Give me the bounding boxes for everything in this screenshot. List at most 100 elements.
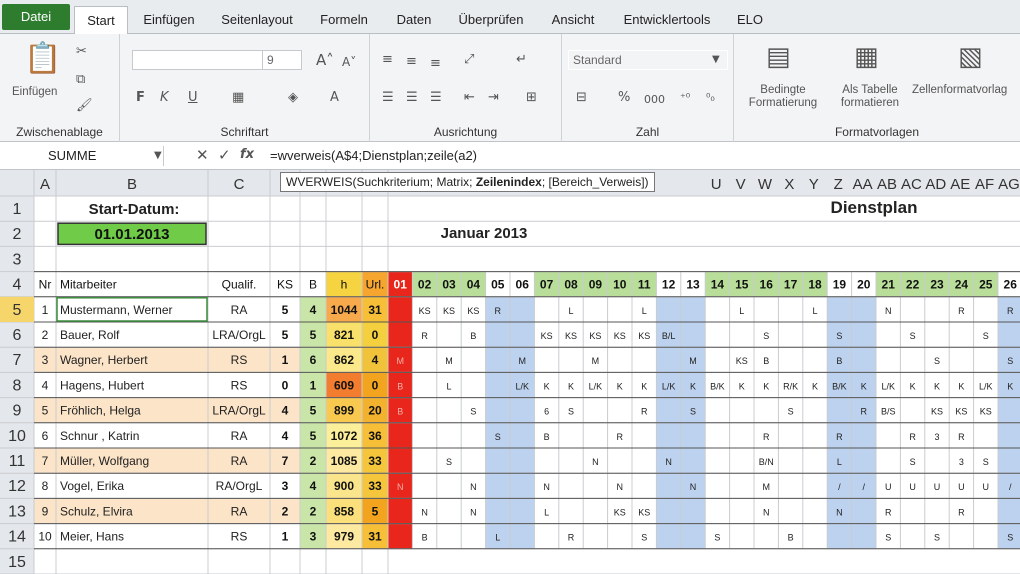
cell-shift[interactable]: K bbox=[1007, 381, 1013, 391]
tab-entwicklertools[interactable]: Entwicklertools bbox=[614, 6, 720, 34]
cell-qual[interactable]: RA bbox=[231, 429, 248, 443]
cell-name[interactable]: Vogel, Erika bbox=[60, 479, 124, 493]
fill-color-icon[interactable]: ◈ bbox=[288, 90, 298, 106]
cell-shift[interactable]: S bbox=[983, 331, 989, 341]
cell-ks[interactable]: 1 bbox=[282, 530, 289, 544]
cell-name[interactable]: Müller, Wolfgang bbox=[60, 454, 149, 468]
tab-seitenlayout[interactable]: Seitenlayout bbox=[212, 6, 302, 34]
cell-shift[interactable]: B bbox=[470, 331, 476, 341]
cell-name[interactable]: Meier, Hans bbox=[60, 530, 124, 544]
cell-ks[interactable]: 1 bbox=[282, 353, 289, 367]
cell-shift[interactable]: KS bbox=[931, 407, 943, 417]
day-cell-bg[interactable] bbox=[998, 397, 1020, 423]
cell-url[interactable]: 33 bbox=[368, 454, 382, 468]
align-left-icon[interactable]: ☰ bbox=[382, 90, 394, 106]
day-cell-bg[interactable] bbox=[510, 523, 535, 549]
tab-daten[interactable]: Daten bbox=[386, 6, 442, 34]
cell-shift[interactable]: M bbox=[445, 356, 453, 366]
cell-shift[interactable]: 3 bbox=[959, 457, 964, 467]
cell-shift[interactable]: L/K bbox=[881, 381, 895, 391]
cell-nr[interactable]: 8 bbox=[42, 479, 49, 493]
chevron-down-icon[interactable]: ▼ bbox=[712, 52, 720, 68]
day-cell-bg[interactable] bbox=[485, 397, 510, 423]
cell-shift[interactable]: L/K bbox=[589, 381, 603, 391]
cell-qual[interactable]: RS bbox=[231, 353, 248, 367]
cell-name[interactable]: Mustermann, Werner bbox=[60, 303, 172, 317]
cell-b[interactable]: 2 bbox=[310, 504, 317, 518]
cell-qual[interactable]: RA/OrgL bbox=[216, 479, 263, 493]
cell-ks[interactable]: 5 bbox=[282, 328, 289, 342]
cell-shift[interactable]: L bbox=[739, 306, 744, 316]
cell-url[interactable]: 20 bbox=[368, 404, 382, 418]
cell-shift[interactable]: S bbox=[641, 533, 647, 543]
day-cell-bg[interactable] bbox=[851, 322, 876, 348]
cell-name[interactable]: Schnur , Katrin bbox=[60, 429, 139, 443]
align-bottom-icon[interactable]: ≡ bbox=[430, 56, 441, 72]
decrease-indent-icon[interactable]: ⇤ bbox=[464, 90, 475, 106]
tab-ueberpruefen[interactable]: Überprüfen bbox=[450, 6, 532, 34]
cell-shift[interactable]: L bbox=[812, 306, 817, 316]
align-center-icon[interactable]: ☰ bbox=[406, 90, 418, 106]
format-painter-icon[interactable]: 🖌 bbox=[76, 98, 93, 114]
cell-shift[interactable]: R bbox=[958, 432, 965, 442]
format-as-table-icon[interactable]: ▦ bbox=[854, 42, 879, 72]
cell-h[interactable]: 1085 bbox=[331, 454, 358, 468]
cell-shift[interactable]: K bbox=[958, 381, 964, 391]
cell-url[interactable]: 31 bbox=[368, 530, 382, 544]
day-cell-bg[interactable] bbox=[851, 296, 876, 322]
day-cell-bg[interactable] bbox=[485, 347, 510, 373]
cell-qual[interactable]: RS bbox=[231, 530, 248, 544]
day-cell-bg[interactable] bbox=[656, 422, 681, 448]
cell-shift[interactable]: N bbox=[885, 306, 892, 316]
cell-shift[interactable]: R bbox=[909, 432, 916, 442]
cell-b[interactable]: 1 bbox=[310, 378, 317, 392]
cell-shift[interactable]: KS bbox=[614, 331, 626, 341]
cell-shift[interactable]: S bbox=[714, 533, 720, 543]
conditional-format-button[interactable]: Bedingte Formatierung bbox=[738, 84, 828, 110]
day-cell-bg[interactable] bbox=[827, 296, 852, 322]
cell-shift[interactable]: S bbox=[934, 356, 940, 366]
day-cell-bg[interactable] bbox=[680, 448, 706, 474]
cell-shift[interactable]: S bbox=[788, 407, 794, 417]
cell-shift[interactable]: M bbox=[592, 356, 600, 366]
increase-decimal-icon[interactable]: ⁺⁰ bbox=[680, 90, 690, 106]
header-cell[interactable]: KS bbox=[277, 278, 293, 292]
cell-shift[interactable]: KS bbox=[419, 306, 431, 316]
tab-einfuegen[interactable]: Einfügen bbox=[134, 6, 204, 34]
cell-ks[interactable]: 4 bbox=[282, 429, 289, 443]
day-cell-bg[interactable] bbox=[998, 422, 1020, 448]
day-cell-bg[interactable] bbox=[851, 523, 876, 549]
day-cell-bg[interactable] bbox=[827, 397, 852, 423]
cell-shift[interactable]: 3 bbox=[934, 432, 939, 442]
cell-shift[interactable]: B/S bbox=[881, 407, 896, 417]
cell-shift[interactable]: S bbox=[568, 407, 574, 417]
cell-shift[interactable]: R bbox=[568, 533, 575, 543]
cell-nr[interactable]: 3 bbox=[42, 353, 49, 367]
day-cell-bg[interactable] bbox=[485, 498, 510, 524]
cell-shift[interactable]: N bbox=[592, 457, 599, 467]
cell-shift[interactable]: KS bbox=[736, 356, 748, 366]
cell-nr[interactable]: 1 bbox=[42, 303, 49, 317]
cell-shift[interactable]: B/K bbox=[832, 381, 847, 391]
day-cell-bg[interactable] bbox=[851, 347, 876, 373]
currency-icon[interactable]: ⊟ bbox=[576, 90, 587, 106]
cell-nr[interactable]: 2 bbox=[42, 328, 49, 342]
cell-shift[interactable]: R bbox=[885, 507, 892, 517]
cell-shift[interactable]: K bbox=[763, 381, 769, 391]
paste-icon[interactable]: 📋 bbox=[24, 42, 61, 76]
tab-elo[interactable]: ELO bbox=[728, 6, 772, 34]
cell-h[interactable]: 821 bbox=[334, 328, 354, 342]
cell-h[interactable]: 899 bbox=[334, 404, 354, 418]
day-cell-bg[interactable] bbox=[510, 397, 535, 423]
cell-h[interactable]: 900 bbox=[334, 479, 354, 493]
day-cell-bg[interactable] bbox=[388, 422, 413, 448]
cell-shift[interactable]: B bbox=[544, 432, 550, 442]
cell-shift[interactable]: S bbox=[910, 331, 916, 341]
cell-shift[interactable]: K bbox=[690, 381, 696, 391]
cell-shift[interactable]: U bbox=[885, 482, 892, 492]
day-cell-bg[interactable] bbox=[680, 523, 706, 549]
day-cell-bg[interactable] bbox=[656, 397, 681, 423]
day-cell-bg[interactable] bbox=[998, 448, 1020, 474]
day-cell-bg[interactable] bbox=[485, 473, 510, 499]
cell-url[interactable]: 4 bbox=[372, 353, 379, 367]
